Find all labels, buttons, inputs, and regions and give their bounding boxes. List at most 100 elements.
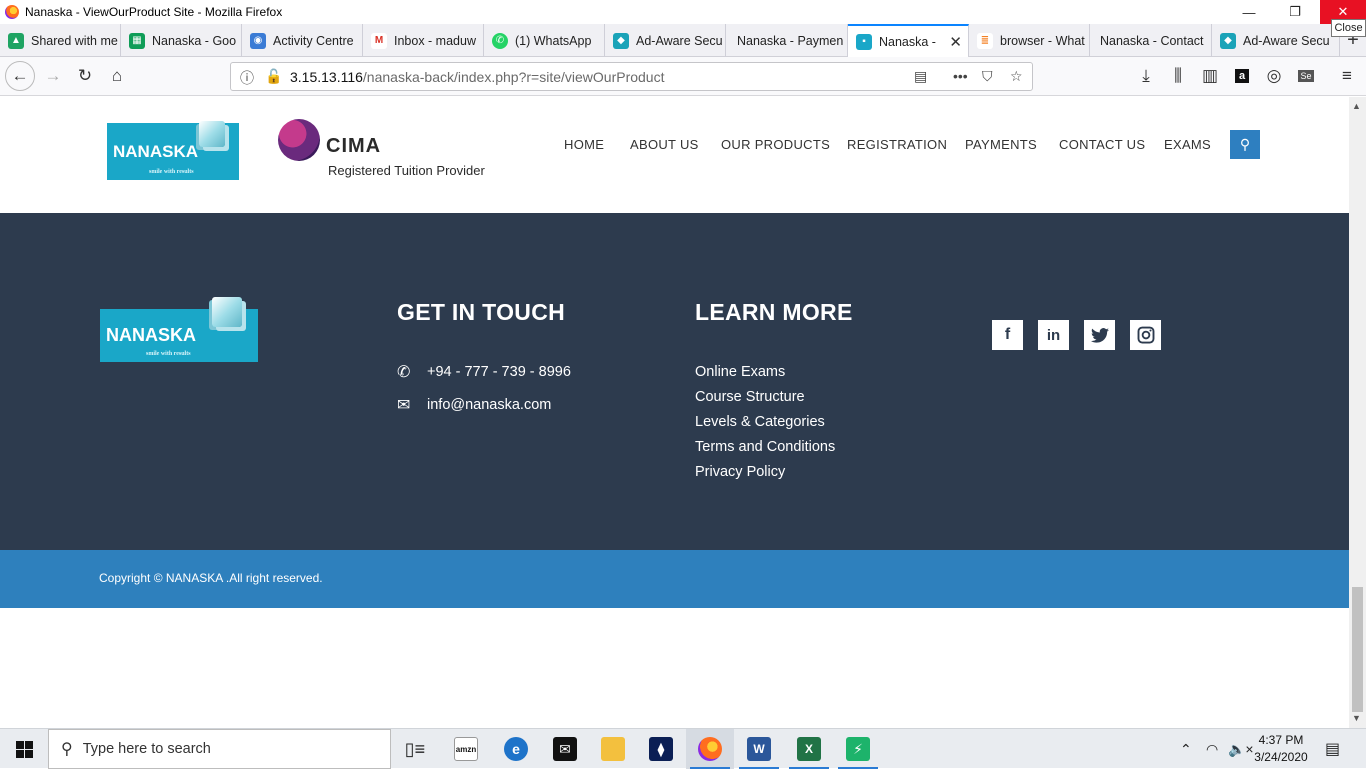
address-bar[interactable]: ⓘ 🔓 3.15.13.116 /nanaska-back/index.php?… [230, 62, 1033, 91]
taskbar-firefox[interactable] [686, 729, 734, 769]
link-terms-conditions[interactable]: Terms and Conditions [695, 439, 835, 455]
tab-browser-stackoverflow[interactable]: ≣ browser - What [969, 24, 1090, 57]
logo-tagline: smile with results [149, 169, 194, 175]
tab-label: Activity Centre [273, 33, 354, 48]
scroll-up-icon[interactable]: ▲ [1352, 101, 1361, 111]
shield-icon: ◆ [613, 32, 629, 49]
copyright-bar: Copyright © NANASKA .All right reserved. [0, 550, 1349, 608]
maximize-button[interactable]: ❐ [1272, 0, 1318, 24]
instagram-icon[interactable] [1130, 320, 1161, 350]
tab-activity-centre[interactable]: ◉ Activity Centre [242, 24, 363, 57]
back-button[interactable]: ← [5, 61, 35, 91]
window-titlebar: Nanaska - ViewOurProduct Site - Mozilla … [0, 0, 1366, 24]
tab-nanaska-view-active[interactable]: ▪ Nanaska - V ✕ [848, 24, 969, 57]
menu-home[interactable]: HOME [564, 137, 604, 152]
footer-logo-text: NANASKA [106, 325, 196, 345]
shield-icon: ◆ [1220, 32, 1236, 49]
taskbar-mail[interactable]: ✉ [541, 729, 589, 769]
tab-nanaska-payments[interactable]: Nanaska - Paymen [726, 24, 848, 57]
downloads-icon[interactable]: ⤓ [1131, 61, 1161, 91]
reload-button[interactable]: ↻ [70, 61, 100, 91]
amazon-icon: amzn [454, 737, 478, 761]
footer-nanaska-logo[interactable]: NANASKA smile with results [100, 297, 258, 362]
bookmark-star-icon[interactable]: ☆ [1010, 68, 1023, 85]
activity-icon: ◉ [250, 32, 266, 49]
tab-nanaska-google-sheet[interactable]: ▦ Nanaska - Goo [121, 24, 242, 57]
google-sheets-icon: ▦ [129, 32, 145, 49]
windows-logo-icon [15, 740, 33, 758]
account-icon[interactable]: ◎ [1259, 61, 1289, 91]
scroll-down-icon[interactable]: ▼ [1352, 713, 1361, 723]
linkedin-icon[interactable]: in [1038, 320, 1069, 350]
menu-exams[interactable]: EXAMS [1164, 137, 1211, 152]
tab-whatsapp[interactable]: ✆ (1) WhatsApp [484, 24, 605, 57]
cima-subtitle: Registered Tuition Provider [328, 163, 485, 178]
link-levels-categories[interactable]: Levels & Categories [695, 414, 825, 430]
folder-icon [601, 737, 625, 761]
close-tab-icon[interactable]: ✕ [949, 33, 962, 51]
menu-payments[interactable]: PAYMENTS [965, 137, 1037, 152]
twitter-icon[interactable] [1084, 320, 1115, 350]
tab-ad-aware-1[interactable]: ◆ Ad-Aware Secu [605, 24, 726, 57]
taskbar-amazon[interactable]: amzn [442, 729, 490, 769]
home-button[interactable]: ⌂ [102, 61, 132, 91]
nanaska-icon: ▪ [856, 33, 872, 50]
wifi-icon[interactable]: ◠ [1206, 729, 1218, 769]
link-course-structure[interactable]: Course Structure [695, 389, 805, 405]
menu-hamburger-icon[interactable]: ≡ [1332, 61, 1362, 91]
selenium-extension-icon[interactable]: Se [1291, 61, 1321, 91]
site-info-icon[interactable]: ⓘ [240, 68, 254, 88]
learn-more-heading: LEARN MORE [695, 299, 853, 325]
taskbar-ad-aware[interactable]: ⚡ [834, 729, 882, 769]
taskbar-search-box[interactable]: ⚲ Type here to search [48, 729, 391, 769]
reader-view-icon[interactable]: ▤ [914, 68, 927, 85]
pocket-icon[interactable]: ⛉ [982, 68, 993, 85]
library-icon[interactable]: ⫼ [1163, 61, 1193, 91]
notifications-icon[interactable]: ▤ [1325, 729, 1340, 769]
tab-label: Ad-Aware Secu [636, 33, 723, 48]
email-address[interactable]: info@nanaska.com [427, 397, 551, 413]
tab-nanaska-contact[interactable]: Nanaska - Contact [1090, 24, 1212, 57]
search-icon: ⚲ [1239, 136, 1251, 152]
menu-about-us[interactable]: ABOUT US [630, 137, 699, 152]
menu-our-products[interactable]: OUR PRODUCTS [721, 137, 830, 152]
clock-date: 3/24/2020 [1254, 750, 1308, 764]
forward-button[interactable]: → [38, 61, 68, 91]
start-button[interactable] [0, 729, 48, 769]
taskbar-word[interactable]: W [735, 729, 783, 769]
insecure-lock-icon[interactable]: 🔓 [265, 68, 282, 85]
minimize-button[interactable]: — [1226, 0, 1272, 24]
taskbar-file-explorer[interactable] [589, 729, 637, 769]
scrollbar-thumb[interactable] [1352, 587, 1363, 712]
facebook-icon[interactable]: f [992, 320, 1023, 350]
tab-shared-with-me[interactable]: ▲ Shared with me [0, 24, 121, 57]
show-hidden-icons[interactable]: ⌃ [1180, 729, 1192, 769]
nanaska-logo[interactable]: NANASKA smile with results [107, 121, 239, 180]
url-path: /nanaska-back/index.php?r=site/viewOurPr… [362, 68, 665, 85]
gmail-icon: M [371, 32, 387, 49]
menu-registration[interactable]: REGISTRATION [847, 137, 947, 152]
taskbar-excel[interactable]: X [785, 729, 833, 769]
clock-time: 4:37 PM [1258, 733, 1304, 747]
taskbar-clock[interactable]: 4:37 PM 3/24/2020 [1245, 732, 1317, 766]
amazon-extension-icon[interactable]: a [1227, 61, 1257, 91]
phone-icon: ✆ [397, 364, 411, 381]
site-search-button[interactable]: ⚲ [1230, 130, 1260, 159]
tab-ad-aware-2[interactable]: ◆ Ad-Aware Secu [1212, 24, 1340, 57]
get-in-touch-heading: GET IN TOUCH [397, 299, 566, 325]
task-view-button[interactable]: ▯≡ [391, 729, 439, 769]
taskbar-edge[interactable]: e [492, 729, 540, 769]
tab-label: Nanaska - Contact [1100, 33, 1204, 48]
menu-contact-us[interactable]: CONTACT US [1059, 137, 1145, 152]
link-online-exams[interactable]: Online Exams [695, 364, 785, 380]
tab-label: Nanaska - V [879, 34, 937, 49]
taskbar-dropbox[interactable]: ⧫ [637, 729, 685, 769]
link-privacy-policy[interactable]: Privacy Policy [695, 464, 785, 480]
windows-taskbar: ⚲ Type here to search ▯≡ amzn e ✉ ⧫ W X … [0, 728, 1366, 769]
sidebar-icon[interactable]: ▥ [1195, 61, 1225, 91]
dropbox-icon: ⧫ [649, 737, 673, 761]
tab-inbox[interactable]: M Inbox - maduw [363, 24, 484, 57]
tab-label: Nanaska - Goo [152, 33, 237, 48]
page-actions-icon[interactable]: ••• [953, 68, 968, 84]
page-scrollbar[interactable]: ▲ ▼ [1349, 97, 1366, 728]
